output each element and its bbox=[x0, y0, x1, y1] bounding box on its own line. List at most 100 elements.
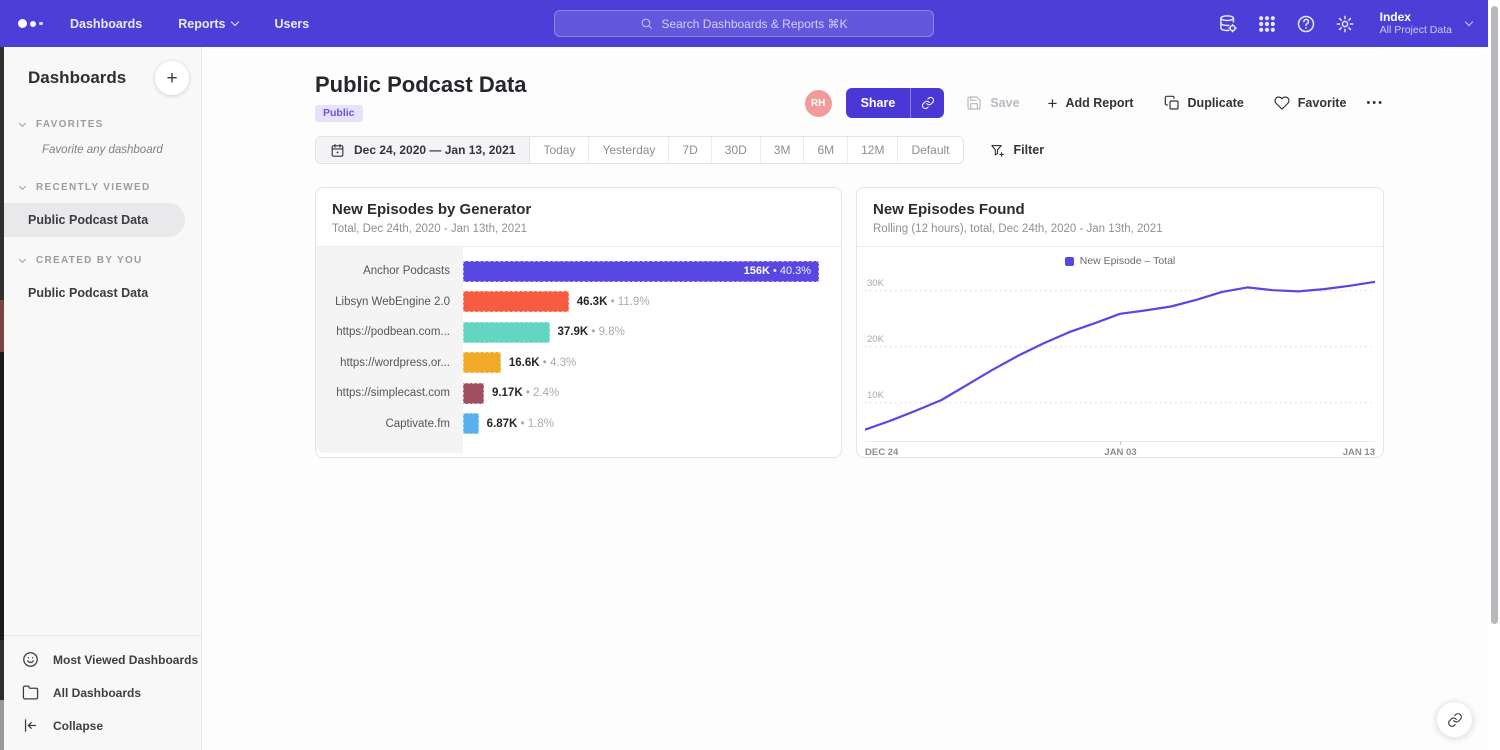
bar-value-label: 9.17K • 2.4% bbox=[492, 387, 559, 399]
bar-chart-body: Anchor Podcasts156K • 40.3%Libsyn WebEng… bbox=[316, 247, 841, 453]
save-button[interactable]: Save bbox=[966, 95, 1019, 111]
line-chart-plot: 10K20K30K bbox=[865, 274, 1375, 442]
nav-item-dashboards[interactable]: Dashboards bbox=[70, 17, 142, 31]
chevron-down-icon bbox=[19, 120, 26, 127]
page-title: Public Podcast Data bbox=[315, 72, 527, 98]
bar-segment[interactable] bbox=[463, 413, 479, 434]
bar-area: 16.6K • 4.3% bbox=[463, 348, 841, 379]
sidebar-footer-label: All Dashboards bbox=[53, 686, 141, 700]
save-icon bbox=[966, 95, 982, 111]
bar-segment[interactable] bbox=[463, 383, 484, 404]
share-button-label: Share bbox=[846, 88, 911, 118]
bar-category-label: https://wordpress.or... bbox=[316, 357, 463, 369]
scrollbar-thumb[interactable] bbox=[1491, 6, 1498, 624]
bar-segment[interactable]: 156K • 40.3% bbox=[463, 261, 819, 282]
date-range-label: Dec 24, 2020 — Jan 13, 2021 bbox=[354, 143, 515, 157]
copy-icon bbox=[1164, 95, 1180, 111]
legend-swatch bbox=[1065, 257, 1074, 266]
date-range-picker[interactable]: Dec 24, 2020 — Jan 13, 2021 bbox=[316, 137, 530, 163]
left-edge-artifact bbox=[0, 47, 4, 750]
bar-chart-row: https://podbean.com... 37.9K • 9.8% bbox=[316, 317, 841, 348]
share-button[interactable]: Share bbox=[846, 88, 945, 118]
funnel-icon bbox=[990, 143, 1005, 158]
project-subtitle: All Project Data bbox=[1380, 24, 1452, 37]
bar-chart-row: Captivate.fm6.87K • 1.8% bbox=[316, 409, 841, 440]
apps-grid-icon[interactable] bbox=[1257, 14, 1277, 34]
search-bar[interactable]: Search Dashboards & Reports ⌘K bbox=[554, 10, 934, 37]
help-icon[interactable] bbox=[1296, 14, 1316, 34]
date-preset-12m[interactable]: 12M bbox=[848, 137, 898, 163]
date-preset-6m[interactable]: 6M bbox=[804, 137, 848, 163]
scrollbar[interactable] bbox=[1488, 0, 1500, 750]
y-tick-label: 10K bbox=[867, 390, 884, 401]
bar-area: 37.9K • 9.8% bbox=[463, 317, 841, 348]
bar-segment[interactable] bbox=[463, 291, 569, 312]
sidebar-section-header[interactable]: CREATED BY YOU bbox=[4, 245, 201, 274]
bar-chart-subtitle: Total, Dec 24th, 2020 - Jan 13th, 2021 bbox=[332, 223, 825, 235]
bar-value-label: 37.9K • 9.8% bbox=[558, 326, 625, 338]
plus-icon: + bbox=[1048, 95, 1058, 112]
nav-item-label: Dashboards bbox=[70, 17, 142, 31]
date-preset-default[interactable]: Default bbox=[898, 137, 962, 163]
chevron-down-icon bbox=[19, 183, 26, 190]
date-preset-today[interactable]: Today bbox=[530, 137, 589, 163]
app-logo-icon[interactable] bbox=[18, 19, 48, 28]
add-report-button[interactable]: + Add Report bbox=[1048, 95, 1134, 112]
nav-item-label: Reports bbox=[178, 17, 225, 31]
data-management-icon[interactable] bbox=[1218, 14, 1238, 34]
date-preset-yesterday[interactable]: Yesterday bbox=[589, 137, 669, 163]
y-tick-label: 30K bbox=[867, 278, 884, 289]
bar-value-label: 16.6K • 4.3% bbox=[509, 357, 576, 369]
sidebar-title: Dashboards bbox=[28, 68, 126, 88]
date-preset-7d[interactable]: 7D bbox=[669, 137, 711, 163]
x-tick-label: DEC 24 bbox=[865, 447, 898, 458]
nav-item-label: Users bbox=[274, 17, 309, 31]
date-preset-3m[interactable]: 3M bbox=[761, 137, 805, 163]
line-series[interactable] bbox=[865, 282, 1375, 430]
bar-category-label: Libsyn WebEngine 2.0 bbox=[316, 296, 463, 308]
add-dashboard-button[interactable]: + bbox=[155, 61, 189, 95]
bar-category-label: https://podbean.com... bbox=[316, 326, 463, 338]
favorite-button[interactable]: Favorite bbox=[1274, 95, 1347, 111]
sidebar-section-label: RECENTLY VIEWED bbox=[36, 182, 151, 193]
calendar-icon bbox=[330, 143, 345, 158]
nav-items: Dashboards Reports Users bbox=[70, 17, 309, 31]
project-switcher[interactable]: Index All Project Data bbox=[1380, 10, 1472, 37]
sidebar-item-public-podcast-data[interactable]: Public Podcast Data bbox=[4, 203, 185, 237]
sidebar-footer-all-dashboards[interactable]: All Dashboards bbox=[4, 676, 201, 709]
bar-chart-row: Anchor Podcasts156K • 40.3% bbox=[316, 256, 841, 287]
date-preset-30d[interactable]: 30D bbox=[712, 137, 761, 163]
bar-category-label: Captivate.fm bbox=[316, 418, 463, 430]
sidebar-footer-most-viewed-dashboards[interactable]: Most Viewed Dashboards bbox=[4, 643, 201, 676]
date-presets: TodayYesterday7D30D3M6M12MDefault bbox=[530, 137, 962, 163]
sidebar-item-public-podcast-data[interactable]: Public Podcast Data bbox=[4, 276, 185, 310]
sidebar-section-header[interactable]: FAVORITES bbox=[4, 109, 201, 138]
nav-icon-group bbox=[1218, 14, 1355, 34]
nav-item-users[interactable]: Users bbox=[274, 17, 309, 31]
date-range-group: Dec 24, 2020 — Jan 13, 2021 TodayYesterd… bbox=[315, 136, 964, 164]
duplicate-button[interactable]: Duplicate bbox=[1164, 95, 1244, 111]
link-icon bbox=[1447, 712, 1463, 728]
chevron-down-icon bbox=[19, 256, 26, 263]
bar-segment[interactable] bbox=[463, 322, 550, 343]
chevron-down-icon bbox=[231, 18, 239, 26]
filter-button[interactable]: Filter bbox=[990, 143, 1045, 158]
bar-segment[interactable] bbox=[463, 352, 501, 373]
avatar[interactable]: RH bbox=[805, 90, 832, 117]
x-tick-label: JAN 13 bbox=[1343, 447, 1375, 458]
sidebar-footer: Most Viewed Dashboards All Dashboards Coll… bbox=[4, 635, 201, 750]
share-link-segment[interactable] bbox=[910, 88, 944, 118]
sidebar-footer-collapse[interactable]: Collapse bbox=[4, 709, 201, 742]
bar-chart-card: New Episodes by Generator Total, Dec 24t… bbox=[315, 187, 842, 458]
bar-category-label: Anchor Podcasts bbox=[316, 265, 463, 277]
bar-chart-row: Libsyn WebEngine 2.046.3K • 11.9% bbox=[316, 287, 841, 318]
floating-link-button[interactable] bbox=[1436, 701, 1473, 738]
search-icon bbox=[640, 17, 653, 30]
sidebar-section-header[interactable]: RECENTLY VIEWED bbox=[4, 172, 201, 201]
x-axis-tick bbox=[1120, 441, 1121, 445]
visibility-badge: Public bbox=[315, 105, 363, 122]
more-menu-button[interactable]: ••• bbox=[1366, 97, 1384, 109]
sidebar-footer-label: Most Viewed Dashboards bbox=[53, 653, 198, 667]
settings-gear-icon[interactable] bbox=[1335, 14, 1355, 34]
nav-item-reports[interactable]: Reports bbox=[178, 17, 238, 31]
